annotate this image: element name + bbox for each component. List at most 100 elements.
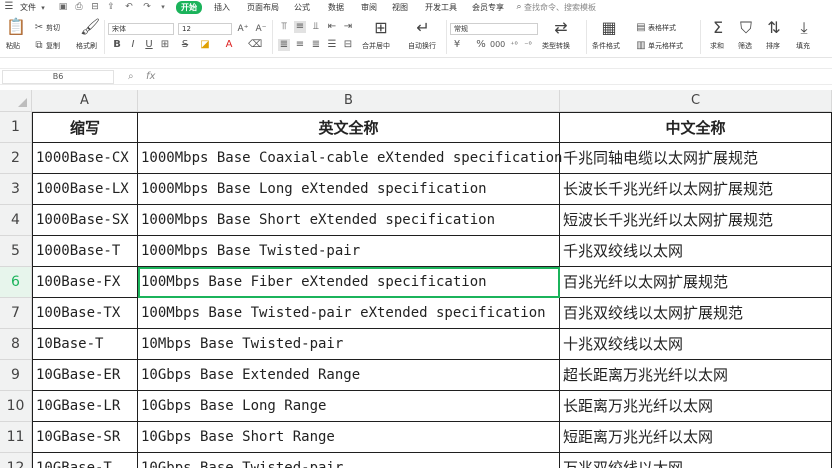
- sum-icon[interactable]: Σ: [710, 19, 726, 37]
- distributed-icon[interactable]: ⊟: [342, 39, 354, 51]
- column-header-c[interactable]: C: [560, 90, 832, 112]
- table-cell[interactable]: 百兆双绞线以太网扩展规范: [560, 298, 832, 329]
- conditional-format-button[interactable]: 条件格式: [592, 41, 620, 51]
- format-painter-button[interactable]: 格式刷: [76, 41, 97, 51]
- tab-member[interactable]: 会员专享: [472, 2, 504, 13]
- search-icon[interactable]: ⌕: [515, 1, 523, 13]
- name-box[interactable]: B6: [2, 70, 114, 84]
- table-cell[interactable]: 长距离万兆光纤以太网: [560, 391, 832, 422]
- print-preview-icon[interactable]: ⎙: [74, 2, 84, 13]
- table-style-button[interactable]: 表格样式: [648, 23, 676, 33]
- fill-button[interactable]: 填充: [796, 41, 810, 51]
- quick-access-dropdown-icon[interactable]: ▾: [158, 2, 168, 13]
- copy-button[interactable]: 复制: [46, 41, 60, 51]
- clear-format-icon[interactable]: ⌫: [248, 39, 262, 51]
- align-right-icon[interactable]: ≣: [310, 39, 322, 51]
- justify-icon[interactable]: ☰: [326, 39, 338, 51]
- row-header[interactable]: 3: [0, 174, 32, 205]
- wrap-text-button[interactable]: 自动换行: [408, 41, 436, 51]
- print-icon[interactable]: ⊟: [90, 2, 100, 13]
- merge-center-icon[interactable]: ⊞: [372, 19, 390, 37]
- align-middle-icon[interactable]: ≡: [294, 21, 306, 33]
- font-color-icon[interactable]: A: [224, 39, 234, 51]
- table-cell[interactable]: 超长距离万兆光纤以太网: [560, 360, 832, 391]
- filter-button[interactable]: 筛选: [738, 41, 752, 51]
- table-cell[interactable]: 10Gbps Base Extended Range: [138, 360, 560, 391]
- currency-icon[interactable]: ¥: [452, 39, 462, 51]
- font-name-select[interactable]: 宋体: [108, 23, 174, 35]
- undo-icon[interactable]: ↶: [124, 2, 134, 13]
- table-cell[interactable]: 1000Mbps Base Long eXtended specificatio…: [138, 174, 560, 205]
- tab-view[interactable]: 视图: [392, 2, 408, 13]
- align-left-icon[interactable]: ≣: [278, 39, 290, 51]
- table-cell[interactable]: 10Base-T: [32, 329, 138, 360]
- merge-center-button[interactable]: 合并居中: [362, 41, 390, 51]
- table-cell[interactable]: 10GBase-T: [32, 453, 138, 468]
- strikethrough-icon[interactable]: S: [180, 39, 190, 51]
- table-cell[interactable]: 10GBase-ER: [32, 360, 138, 391]
- bold-icon[interactable]: B: [112, 39, 122, 51]
- tab-formulas[interactable]: 公式: [294, 2, 310, 13]
- format-painter-icon[interactable]: 🖌: [80, 18, 100, 36]
- select-all-corner[interactable]: [0, 90, 32, 112]
- hamburger-menu-icon[interactable]: ☰: [4, 1, 14, 13]
- table-cell[interactable]: 10GBase-SR: [32, 422, 138, 453]
- table-cell[interactable]: 千兆双绞线以太网: [560, 236, 832, 267]
- paste-icon[interactable]: 📋: [6, 18, 26, 36]
- export-icon[interactable]: ⇪: [106, 2, 116, 13]
- sort-icon[interactable]: ⇅: [766, 19, 782, 37]
- row-header[interactable]: 6: [0, 267, 32, 298]
- type-convert-button[interactable]: 类型转换: [542, 41, 570, 51]
- row-header[interactable]: 12: [0, 453, 32, 468]
- align-bottom-icon[interactable]: ⫫: [310, 21, 322, 33]
- table-cell[interactable]: 1000Base-T: [32, 236, 138, 267]
- row-header[interactable]: 10: [0, 391, 32, 422]
- table-cell[interactable]: 100Mbps Base Fiber eXtended specificatio…: [138, 267, 560, 298]
- fill-color-icon[interactable]: ◪: [200, 39, 210, 51]
- formula-input[interactable]: [166, 70, 826, 84]
- align-top-icon[interactable]: ⫪: [278, 21, 290, 33]
- cell-style-button[interactable]: 单元格样式: [648, 41, 683, 51]
- row-header[interactable]: 2: [0, 143, 32, 174]
- type-convert-icon[interactable]: ⇄: [552, 19, 570, 37]
- sum-button[interactable]: 求和: [710, 41, 724, 51]
- table-cell[interactable]: 长波长千兆光纤以太网扩展规范: [560, 174, 832, 205]
- row-header[interactable]: 5: [0, 236, 32, 267]
- underline-icon[interactable]: U: [144, 39, 154, 51]
- cell-style-icon[interactable]: ▥: [636, 40, 646, 52]
- redo-icon[interactable]: ↷: [142, 2, 152, 13]
- table-cell[interactable]: 10Mbps Base Twisted-pair: [138, 329, 560, 360]
- table-cell[interactable]: 10Gbps Base Twisted-pair: [138, 453, 560, 468]
- table-cell[interactable]: 1000Mbps Base Coaxial-cable eXtended spe…: [138, 143, 562, 174]
- wrap-text-icon[interactable]: ↵: [414, 19, 432, 37]
- row-header[interactable]: 8: [0, 329, 32, 360]
- table-cell[interactable]: 100Base-TX: [32, 298, 138, 329]
- percent-icon[interactable]: %: [476, 39, 486, 51]
- tab-insert[interactable]: 插入: [214, 2, 230, 13]
- table-cell[interactable]: 百兆光纤以太网扩展规范: [560, 267, 832, 298]
- column-header-a[interactable]: A: [32, 90, 138, 112]
- table-cell[interactable]: 1000Base-CX: [32, 143, 138, 174]
- table-cell[interactable]: 1000Base-LX: [32, 174, 138, 205]
- table-cell[interactable]: 1000Mbps Base Twisted-pair: [138, 236, 560, 267]
- table-cell[interactable]: 10Gbps Base Long Range: [138, 391, 560, 422]
- row-header[interactable]: 7: [0, 298, 32, 329]
- table-cell[interactable]: 10GBase-LR: [32, 391, 138, 422]
- cut-icon[interactable]: ✂: [34, 22, 44, 34]
- table-cell[interactable]: 10Gbps Base Short Range: [138, 422, 560, 453]
- column-header-b[interactable]: B: [138, 90, 560, 112]
- grow-font-icon[interactable]: A⁺: [236, 23, 250, 35]
- cut-button[interactable]: 剪切: [46, 23, 60, 33]
- table-cell[interactable]: 100Mbps Base Twisted-pair eXtended speci…: [138, 298, 560, 329]
- tab-data[interactable]: 数据: [328, 2, 344, 13]
- thousands-icon[interactable]: 000: [490, 39, 505, 51]
- increase-decimal-icon[interactable]: ⁺⁰: [508, 39, 520, 51]
- fx-icon[interactable]: fx: [146, 70, 155, 84]
- row-header[interactable]: 9: [0, 360, 32, 391]
- shrink-font-icon[interactable]: A⁻: [254, 23, 268, 35]
- table-cell[interactable]: 100Base-FX: [32, 267, 138, 298]
- tab-developer[interactable]: 开发工具: [425, 2, 457, 13]
- sort-button[interactable]: 排序: [766, 41, 780, 51]
- paste-button[interactable]: 粘贴: [6, 41, 20, 51]
- header-cell[interactable]: 中文全称: [560, 112, 832, 143]
